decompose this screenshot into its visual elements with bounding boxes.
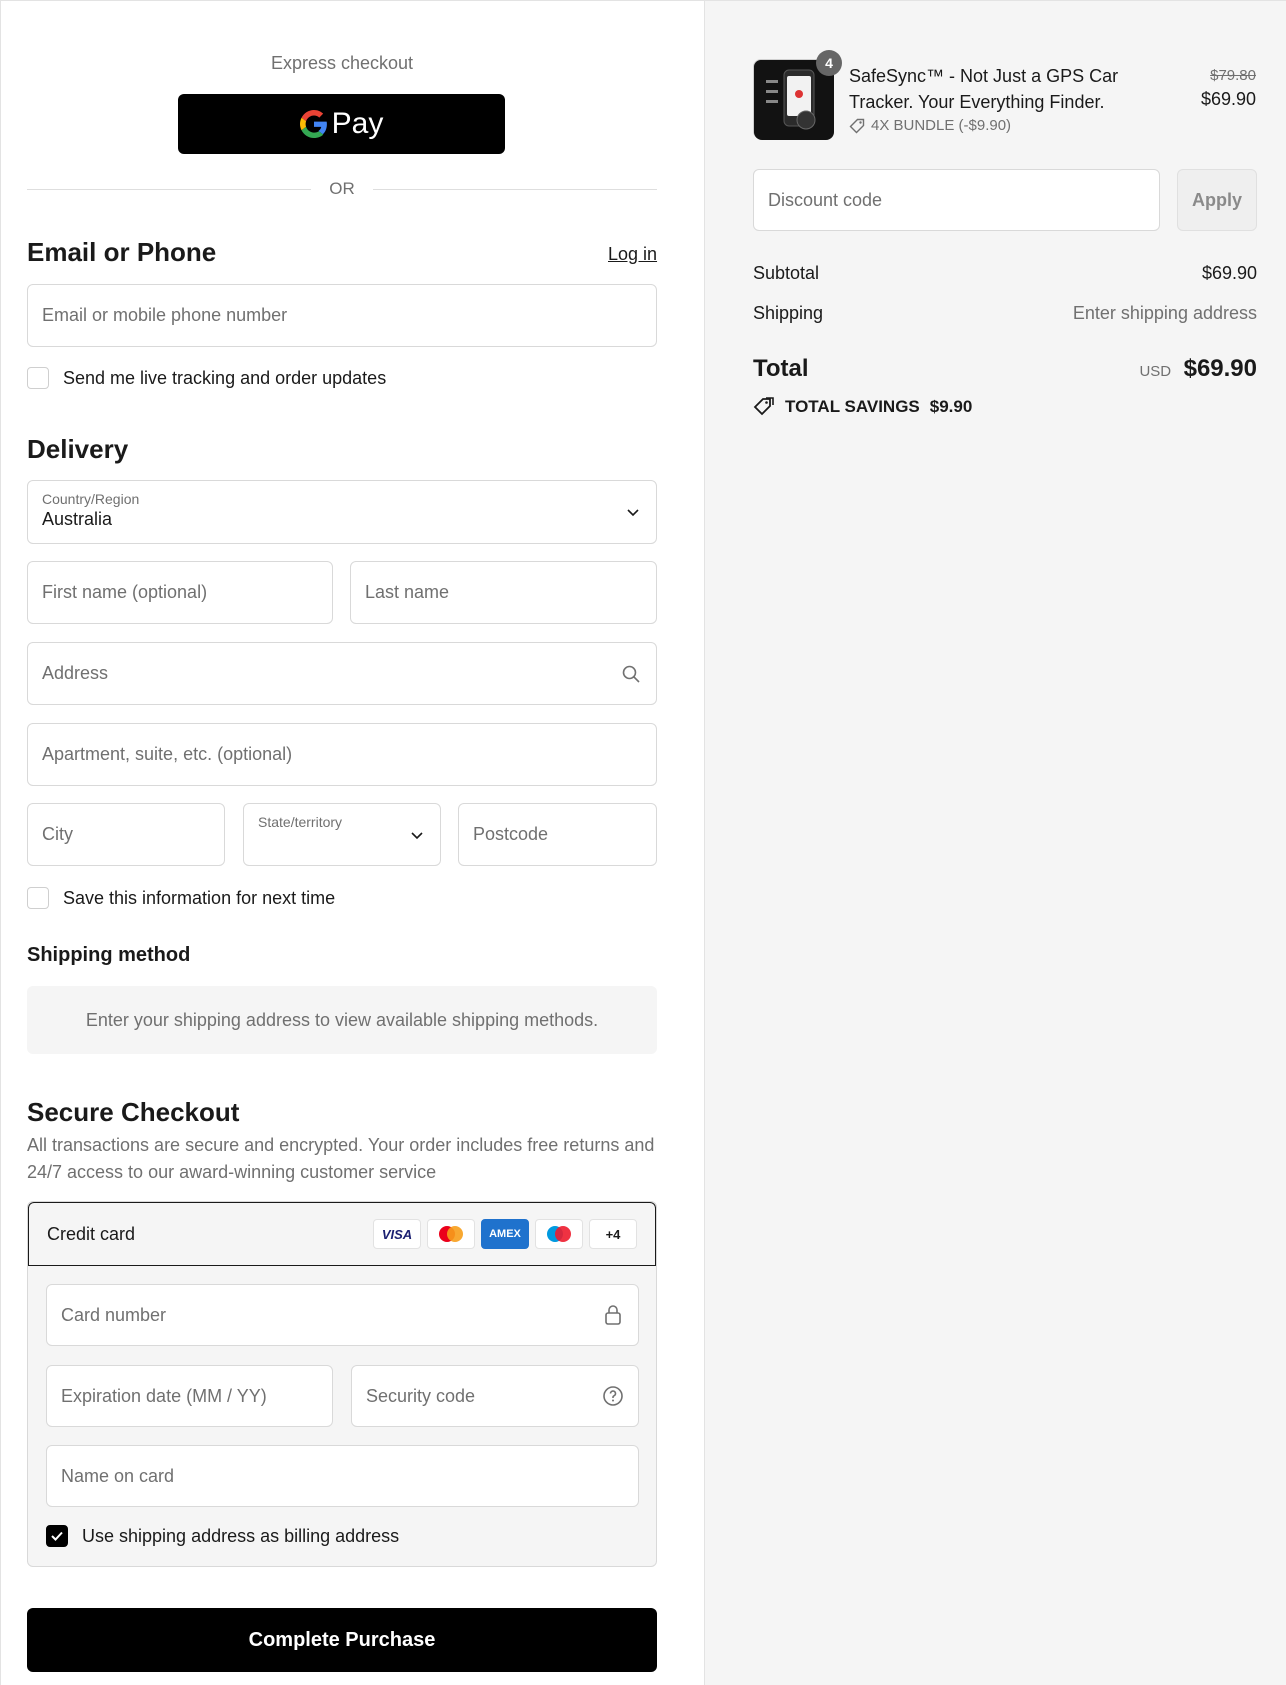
postcode-input[interactable]: Postcode <box>458 803 657 866</box>
country-select[interactable]: Country/Region Australia <box>27 480 657 544</box>
billing-checkbox[interactable] <box>46 1525 68 1547</box>
credit-card-label: Credit card <box>47 1223 136 1244</box>
discount-code-input[interactable]: Discount code <box>753 169 1160 231</box>
total-savings: TOTAL SAVINGS $9.90 <box>753 397 972 417</box>
product-thumbnail: 4 <box>753 50 842 140</box>
product-title: SafeSync™ - Not Just a GPS Car Tracker. … <box>849 66 1119 112</box>
card-logos: VISA AMEX +4 <box>373 1219 637 1249</box>
name-on-card-input[interactable]: Name on card <box>46 1445 639 1507</box>
last-name-input[interactable]: Last name <box>350 561 657 624</box>
checkout-form-panel: Express checkout Pay OR Email or Phone L… <box>0 0 704 1685</box>
email-input[interactable]: Email or mobile phone number <box>27 284 657 347</box>
amex-icon: AMEX <box>481 1219 529 1249</box>
contact-title: Email or Phone <box>27 237 217 267</box>
compare-price: $79.80 <box>1210 67 1256 84</box>
express-checkout-label: Express checkout <box>270 53 414 73</box>
shipping-row: Shipping Enter shipping address <box>753 303 1257 324</box>
chevron-down-icon <box>411 831 423 839</box>
bundle-label: 4X BUNDLE (-$9.90) <box>871 117 1012 134</box>
name-on-card-placeholder: Name on card <box>61 1465 175 1486</box>
quantity-badge: 4 <box>816 50 842 76</box>
chevron-down-icon <box>627 509 639 517</box>
more-cards-badge: +4 <box>589 1219 637 1249</box>
address-placeholder: Address <box>42 663 109 683</box>
visa-icon: VISA <box>373 1219 421 1249</box>
updates-label: Send me live tracking and order updates <box>63 367 387 388</box>
subtotal-label: Subtotal <box>753 263 820 283</box>
city-placeholder: City <box>42 824 73 844</box>
bundle-discount: 4X BUNDLE (-$9.90) <box>849 117 1011 134</box>
tag-icon <box>849 118 865 133</box>
credit-card-option[interactable]: Credit card VISA AMEX +4 <box>28 1202 656 1266</box>
shipping-method-title: Shipping method <box>27 944 191 966</box>
total-value: $69.90 <box>1183 355 1257 382</box>
tag-icon <box>753 397 774 416</box>
state-label: State/territory <box>258 814 343 830</box>
divider-line <box>27 188 312 190</box>
country-value: Australia <box>42 509 113 529</box>
security-code-input[interactable]: Security code <box>351 1365 639 1427</box>
discount-code-placeholder: Discount code <box>768 189 883 210</box>
secure-checkout-title: Secure Checkout <box>27 1097 240 1127</box>
or-divider: OR <box>27 177 657 201</box>
google-icon <box>299 110 327 138</box>
complete-purchase-button[interactable]: Complete Purchase <box>27 1608 657 1672</box>
secure-checkout-description: All transactions are secure and encrypte… <box>27 1135 655 1182</box>
postcode-placeholder: Postcode <box>473 824 549 844</box>
total-row: Total USD $69.90 <box>753 355 1257 383</box>
order-summary-panel: 4 SafeSync™ - Not Just a GPS Car Tracker… <box>704 0 1286 1685</box>
save-info-checkbox-row[interactable]: Save this information for next time <box>27 887 335 909</box>
shipping-label: Shipping <box>753 303 824 323</box>
shipping-value: Enter shipping address <box>1072 303 1257 323</box>
security-code-placeholder: Security code <box>366 1385 476 1406</box>
login-link[interactable]: Log in <box>608 244 657 265</box>
product-price: $69.90 <box>1200 89 1256 109</box>
updates-checkbox[interactable] <box>27 367 49 389</box>
search-icon <box>620 663 642 685</box>
expiry-input[interactable]: Expiration date (MM / YY) <box>46 1365 333 1427</box>
savings-label: TOTAL SAVINGS <box>785 397 920 416</box>
google-pay-button[interactable]: Pay <box>178 94 505 154</box>
state-select[interactable]: State/territory <box>243 803 441 866</box>
subtotal-row: Subtotal $69.90 <box>753 263 1257 284</box>
billing-checkbox-row[interactable]: Use shipping address as billing address <box>46 1525 399 1547</box>
first-name-placeholder: First name (optional) <box>42 582 208 602</box>
delivery-title: Delivery <box>27 434 129 464</box>
save-info-checkbox[interactable] <box>27 887 49 909</box>
last-name-placeholder: Last name <box>365 582 450 602</box>
check-icon <box>51 1531 63 1541</box>
or-label: OR <box>329 179 355 198</box>
shipping-method-info: Enter your shipping address to view avai… <box>27 986 657 1054</box>
lock-icon <box>602 1304 624 1326</box>
help-circle-icon[interactable] <box>602 1385 624 1407</box>
address-input[interactable]: Address <box>27 642 657 705</box>
total-label: Total <box>753 355 809 382</box>
billing-label: Use shipping address as billing address <box>82 1525 400 1546</box>
maestro-icon <box>535 1219 583 1249</box>
save-info-label: Save this information for next time <box>63 887 336 908</box>
google-pay-label: Pay <box>331 107 384 140</box>
first-name-input[interactable]: First name (optional) <box>27 561 333 624</box>
savings-value: $9.90 <box>929 397 973 416</box>
email-placeholder: Email or mobile phone number <box>42 305 288 325</box>
card-number-input[interactable]: Card number <box>46 1284 639 1346</box>
country-label: Country/Region <box>42 491 140 507</box>
city-input[interactable]: City <box>27 803 225 866</box>
divider-line <box>372 188 657 190</box>
mastercard-icon <box>427 1219 475 1249</box>
apply-discount-button[interactable]: Apply <box>1177 169 1257 231</box>
updates-checkbox-row[interactable]: Send me live tracking and order updates <box>27 367 386 389</box>
currency-code: USD <box>1139 363 1172 380</box>
apartment-input[interactable]: Apartment, suite, etc. (optional) <box>27 723 657 786</box>
apartment-placeholder: Apartment, suite, etc. (optional) <box>42 744 293 764</box>
expiry-placeholder: Expiration date (MM / YY) <box>61 1385 267 1406</box>
card-number-placeholder: Card number <box>61 1304 167 1325</box>
shipping-method-message: Enter your shipping address to view avai… <box>85 1009 599 1030</box>
subtotal-value: $69.90 <box>1201 263 1257 283</box>
